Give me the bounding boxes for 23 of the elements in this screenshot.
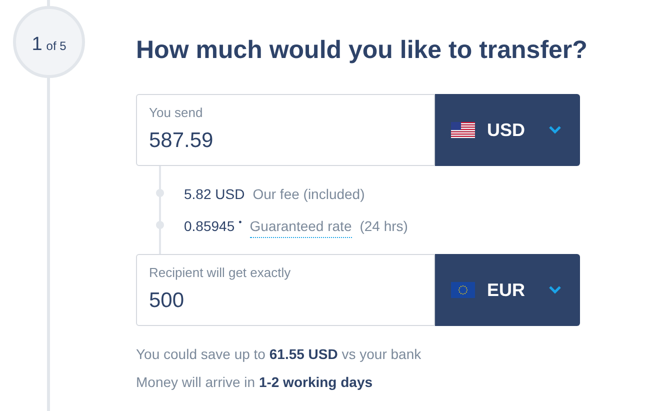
amount-input[interactable]: 587.59 [149, 124, 422, 156]
currency-select[interactable]: USD [435, 94, 580, 166]
currency-select[interactable]: EUR [435, 254, 580, 326]
fee-amount: 0.85945 [184, 217, 235, 236]
info-text: You could save up to 61.55 USD vs your bank [136, 345, 422, 364]
step-total: of 5 [46, 38, 66, 55]
amount-input[interactable]: 500 [149, 284, 422, 316]
fee-amount: 5.82 USD [184, 185, 245, 204]
fee-description: (24 hrs) [360, 217, 408, 236]
amount-field[interactable]: You send 587.59 [136, 94, 435, 166]
page-title: How much would you like to transfer? [136, 35, 588, 66]
chevron-down-icon [549, 126, 561, 134]
info-text: Money will arrive in 1-2 working days [136, 373, 374, 392]
field-label: Recipient will get exactly [149, 264, 292, 282]
rate-link[interactable]: Guaranteed rate [250, 216, 352, 238]
chevron-down-icon [549, 286, 561, 294]
fee-description: Our fee (included) [252, 185, 365, 204]
amount-field[interactable]: Recipient will get exactly 500 [136, 254, 435, 326]
flag-icon [451, 122, 475, 138]
step-number: 1 [32, 33, 42, 57]
flag-icon [451, 282, 475, 298]
rate-marker: • [238, 216, 242, 229]
field-label: You send [149, 104, 204, 122]
